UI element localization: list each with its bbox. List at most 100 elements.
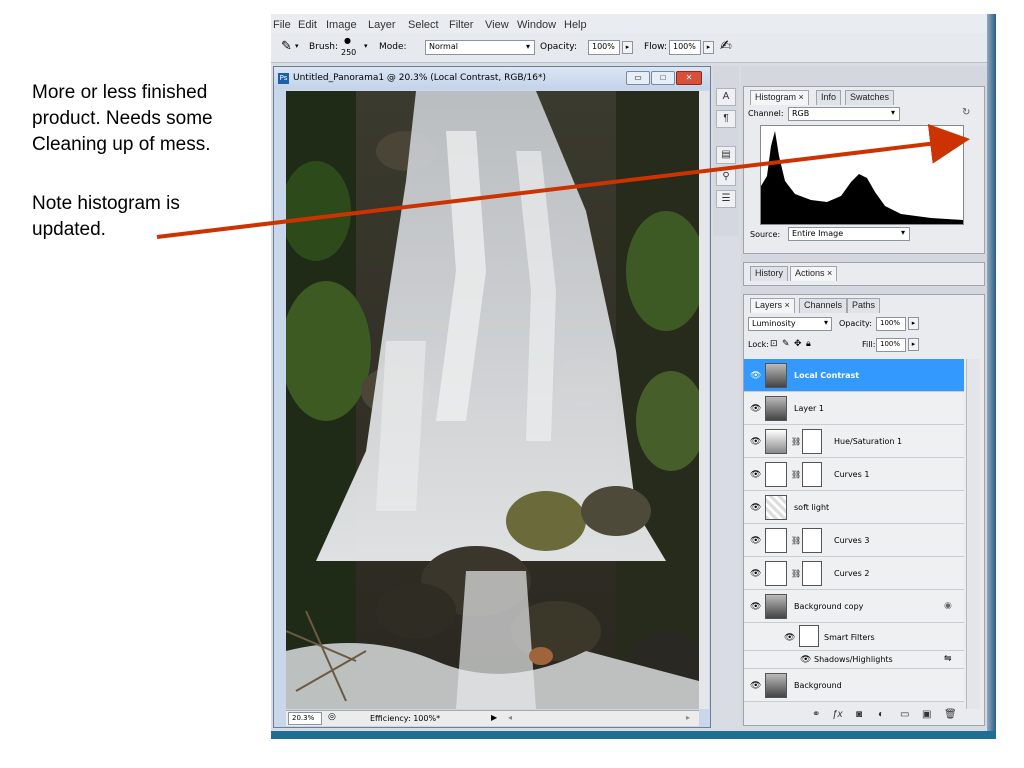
lock-position-icon[interactable]: ✥ <box>794 338 802 349</box>
eye-icon[interactable]: 👁︎ <box>750 601 761 612</box>
lock-all-icon[interactable]: 🔒︎ <box>806 338 811 349</box>
tab-layers[interactable]: Layers × <box>750 298 795 313</box>
eye-icon[interactable]: 👁︎ <box>750 436 761 447</box>
link-icon[interactable]: ⛓ <box>791 437 801 446</box>
layer-row-background-copy[interactable]: 👁︎ Background copy ◉ <box>744 590 964 623</box>
layer-mask-thumbnail <box>802 528 822 553</box>
layers-panel: Layers × Channels Paths Luminosity ▾ Opa… <box>743 294 985 726</box>
blend-mode-select[interactable]: Luminosity ▾ <box>748 317 832 331</box>
eye-icon[interactable]: 👁︎ <box>750 403 761 414</box>
airbrush-icon[interactable]: ✍ <box>720 38 732 54</box>
eye-icon[interactable]: 👁︎ <box>750 469 761 480</box>
smart-filter-indicator-icon[interactable]: ◉ <box>944 600 952 611</box>
layer-row-curves-1[interactable]: 👁︎ ⛓ Curves 1 <box>744 458 964 491</box>
close-button[interactable]: ✕ <box>676 71 702 85</box>
menu-view[interactable]: View <box>485 19 509 31</box>
tool-preset-arrow-icon[interactable]: ▾ <box>295 42 299 50</box>
channel-value: RGB <box>792 109 810 118</box>
scroll-right-arrow-icon[interactable]: ▸ <box>686 713 690 722</box>
layer-comps-panel-icon[interactable]: ☰ <box>716 190 736 208</box>
lock-image-icon[interactable]: ✎ <box>782 338 790 349</box>
source-select[interactable]: Entire Image ▾ <box>788 227 910 241</box>
tab-info[interactable]: Info <box>816 90 842 105</box>
opacity-label: Opacity: <box>540 42 577 52</box>
link-layers-icon[interactable]: ⚭ <box>812 709 820 720</box>
layer-row-curves-3[interactable]: 👁︎ ⛓ Curves 3 <box>744 524 964 557</box>
layer-row-shadows-highlights[interactable]: 👁︎ Shadows/Highlights ⇋ <box>744 651 964 669</box>
menu-edit[interactable]: Edit <box>298 19 317 31</box>
document-vertical-scrollbar[interactable] <box>699 91 709 709</box>
flow-slider-button[interactable]: ▸ <box>703 41 714 54</box>
lock-transparent-icon[interactable]: ⊡ <box>770 338 778 349</box>
menu-layer[interactable]: Layer <box>368 19 396 31</box>
status-menu-arrow-icon[interactable]: ▶ <box>491 713 497 722</box>
menu-select[interactable]: Select <box>408 19 439 31</box>
layer-opacity-slider-button[interactable]: ▸ <box>908 317 919 330</box>
adjustment-thumbnail <box>765 429 787 454</box>
new-layer-icon[interactable]: ▣ <box>922 709 931 720</box>
fx-icon[interactable]: ƒx <box>832 709 843 720</box>
eye-icon[interactable]: 👁︎ <box>750 680 761 691</box>
layer-row-hue-saturation-1[interactable]: 👁︎ ⛓ Hue/Saturation 1 <box>744 425 964 458</box>
link-icon[interactable]: ⛓ <box>791 536 801 545</box>
brush-picker-arrow-icon[interactable]: ▾ <box>364 42 368 50</box>
brush-size[interactable]: 250 <box>341 48 356 57</box>
link-icon[interactable]: ⛓ <box>791 569 801 578</box>
fill-slider-button[interactable]: ▸ <box>908 338 919 351</box>
maximize-button[interactable]: □ <box>651 71 675 85</box>
layer-name: Hue/Saturation 1 <box>834 437 903 446</box>
zoom-field[interactable]: 20.3% <box>288 712 322 725</box>
tab-history[interactable]: History <box>750 266 789 281</box>
add-mask-icon[interactable]: ◙ <box>856 709 862 720</box>
channel-select[interactable]: RGB ▾ <box>788 107 900 121</box>
opacity-field[interactable]: 100% <box>588 40 620 55</box>
eye-icon[interactable]: 👁︎ <box>750 370 761 381</box>
eye-icon[interactable]: 👁︎ <box>800 654 811 665</box>
new-group-icon[interactable]: ▭ <box>900 709 909 720</box>
minimize-button[interactable]: ▭ <box>626 71 650 85</box>
adjustment-layer-icon[interactable]: ◐ <box>878 709 884 720</box>
trash-icon[interactable]: 🗑︎ <box>944 709 957 720</box>
document-title-bar[interactable]: Ps Untitled_Panorama1 @ 20.3% (Local Con… <box>274 67 710 89</box>
paragraph-panel-icon[interactable]: ¶ <box>716 110 736 128</box>
layer-row-local-contrast[interactable]: 👁︎ Local Contrast <box>744 359 964 392</box>
mode-select[interactable]: Normal ▾ <box>425 40 535 55</box>
layer-opacity-field[interactable]: 100% <box>876 317 906 331</box>
clone-source-panel-icon[interactable]: ⚲ <box>716 168 736 186</box>
eye-icon[interactable]: 👁︎ <box>784 632 795 643</box>
tab-paths[interactable]: Paths <box>847 298 881 313</box>
layer-row-smart-filters[interactable]: 👁︎ Smart Filters <box>744 623 964 651</box>
layers-panel-footer: ⚭ ƒx ◙ ◐ ▭ ▣ 🗑︎ <box>744 709 984 725</box>
status-info-icon[interactable]: ◎ <box>328 712 336 722</box>
link-icon[interactable]: ⛓ <box>791 470 801 479</box>
eye-icon[interactable]: 👁︎ <box>750 568 761 579</box>
layers-scrollbar[interactable] <box>966 359 980 709</box>
fill-field[interactable]: 100% <box>876 338 906 352</box>
brush-tool-icon[interactable]: ✎ <box>281 39 292 54</box>
history-panel: History Actions × <box>743 262 985 286</box>
filter-options-icon[interactable]: ⇋ <box>944 653 952 664</box>
layer-row-background[interactable]: 👁︎ Background <box>744 669 964 702</box>
menu-window[interactable]: Window <box>517 19 556 31</box>
eye-icon[interactable]: 👁︎ <box>750 502 761 513</box>
scroll-left-arrow-icon[interactable]: ◂ <box>508 713 512 722</box>
opacity-slider-button[interactable]: ▸ <box>622 41 633 54</box>
refresh-icon[interactable]: ↻ <box>962 107 970 118</box>
layer-row-layer-1[interactable]: 👁︎ Layer 1 <box>744 392 964 425</box>
waterfall-photo[interactable] <box>286 91 699 709</box>
character-panel-icon[interactable]: A <box>716 88 736 106</box>
menu-file[interactable]: File <box>273 19 291 31</box>
tab-swatches[interactable]: Swatches <box>845 90 895 105</box>
layer-row-soft-light[interactable]: 👁︎ soft light <box>744 491 964 524</box>
curves-thumbnail <box>765 462 787 487</box>
navigator-panel-icon[interactable]: ▤ <box>716 146 736 164</box>
tab-histogram[interactable]: Histogram × <box>750 90 809 105</box>
tab-actions[interactable]: Actions × <box>790 266 838 281</box>
layer-row-curves-2[interactable]: 👁︎ ⛓ Curves 2 <box>744 557 964 590</box>
menu-image[interactable]: Image <box>326 19 357 31</box>
flow-field[interactable]: 100% <box>669 40 701 55</box>
menu-help[interactable]: Help <box>564 19 587 31</box>
menu-filter[interactable]: Filter <box>449 19 473 31</box>
eye-icon[interactable]: 👁︎ <box>750 535 761 546</box>
tab-channels[interactable]: Channels <box>799 298 848 313</box>
